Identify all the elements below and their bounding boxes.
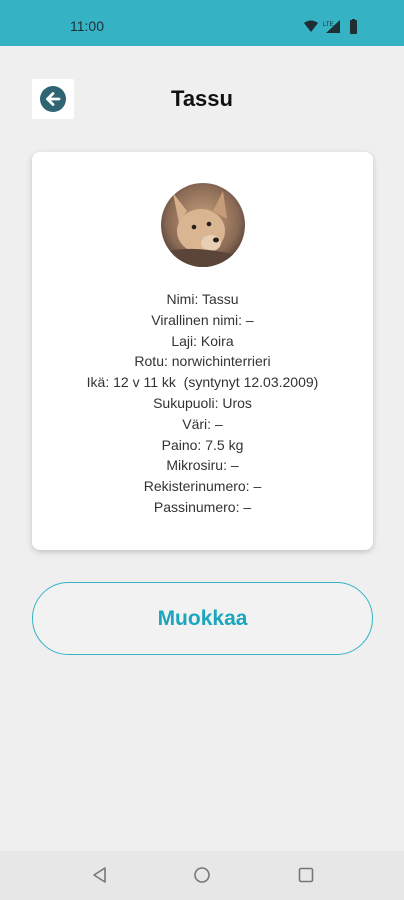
edit-button[interactable]: Muokkaa <box>32 582 373 655</box>
battery-icon <box>350 19 357 34</box>
svg-text:LTE: LTE <box>323 22 334 28</box>
detail-microchip: Mikrosiru: – <box>166 457 239 474</box>
detail-passport-number: Passinumero: – <box>153 498 252 515</box>
detail-registration-number: Rekisterinumero: – <box>143 478 262 495</box>
detail-species: Laji: Koira <box>171 332 234 349</box>
lte-signal-icon: LTE <box>323 20 340 33</box>
status-time: 11:00 <box>70 18 104 34</box>
back-triangle-icon[interactable] <box>91 866 109 884</box>
detail-breed: Rotu: norwichinterrieri <box>134 353 271 370</box>
detail-sex: Sukupuoli: Uros <box>153 394 252 411</box>
detail-name: Nimi: Tassu <box>166 291 239 307</box>
dog-photo <box>161 183 245 267</box>
status-icons: LTE <box>304 19 357 34</box>
pet-details: Nimi: Tassu Virallinen nimi: – Laji: Koi… <box>32 289 373 518</box>
recents-square-icon[interactable] <box>297 866 315 884</box>
home-circle-icon[interactable] <box>193 866 211 884</box>
detail-weight: Paino: 7.5 kg <box>161 436 244 453</box>
navigation-bar <box>0 851 404 900</box>
detail-age: Ikä: 12 v 11 kk (syntynyt 12.03.2009) <box>86 374 319 391</box>
wifi-icon <box>304 20 318 32</box>
detail-official-name: Virallinen nimi: – <box>151 311 254 328</box>
status-bar: 11:00 LTE <box>0 0 404 46</box>
detail-color: Väri: – <box>182 415 223 432</box>
avatar <box>161 183 245 267</box>
pet-info-card: Nimi: Tassu Virallinen nimi: – Laji: Koi… <box>32 152 373 550</box>
page-title: Tassu <box>171 86 233 111</box>
